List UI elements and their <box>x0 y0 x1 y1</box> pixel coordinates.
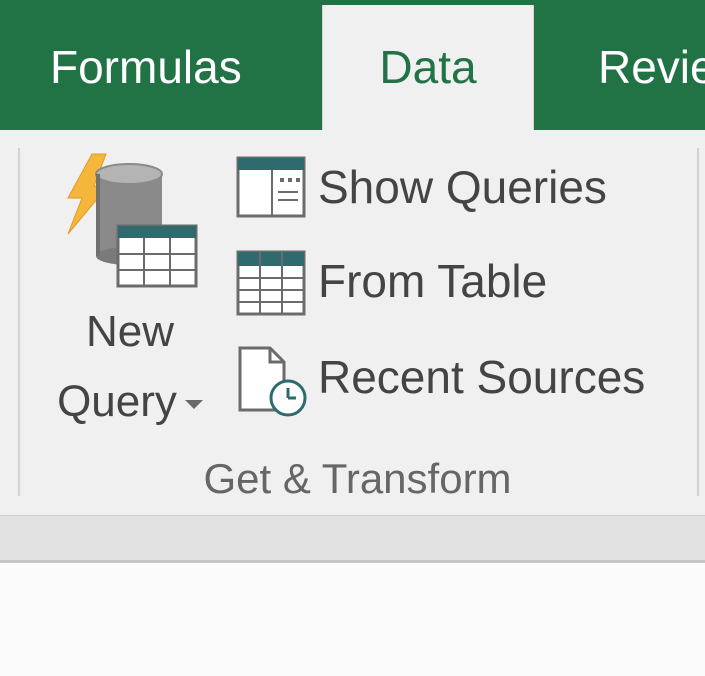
ribbon-tab-bar: Formulas Data Revie <box>0 0 705 135</box>
recent-sources-icon <box>236 346 308 423</box>
from-table-icon <box>236 250 306 321</box>
from-table-button[interactable]: From Table <box>236 246 676 318</box>
excel-ribbon-window: Formulas Data Revie New Query Show Queri… <box>0 0 705 676</box>
recent-sources-label: Recent Sources <box>318 351 646 403</box>
show-queries-icon <box>236 156 306 223</box>
chevron-down-icon <box>184 399 203 409</box>
new-query-label: Query <box>40 380 220 424</box>
new-query-icon <box>60 150 200 295</box>
tab-data[interactable]: Data <box>322 5 534 135</box>
recent-sources-button[interactable]: Recent Sources <box>236 342 676 417</box>
new-query-label: New <box>85 307 175 356</box>
from-table-label: From Table <box>318 255 548 307</box>
show-queries-button[interactable]: Show Queries <box>236 152 676 224</box>
group-separator <box>18 148 20 496</box>
tab-review[interactable]: Revie <box>598 0 705 130</box>
worksheet-area[interactable] <box>0 563 705 676</box>
show-queries-label: Show Queries <box>318 161 607 213</box>
group-separator <box>697 148 699 496</box>
tab-formulas[interactable]: Formulas <box>50 0 242 130</box>
group-label: Get & Transform <box>203 455 512 502</box>
formula-bar-strip <box>0 515 705 561</box>
new-query-button[interactable]: New Query <box>40 150 220 440</box>
